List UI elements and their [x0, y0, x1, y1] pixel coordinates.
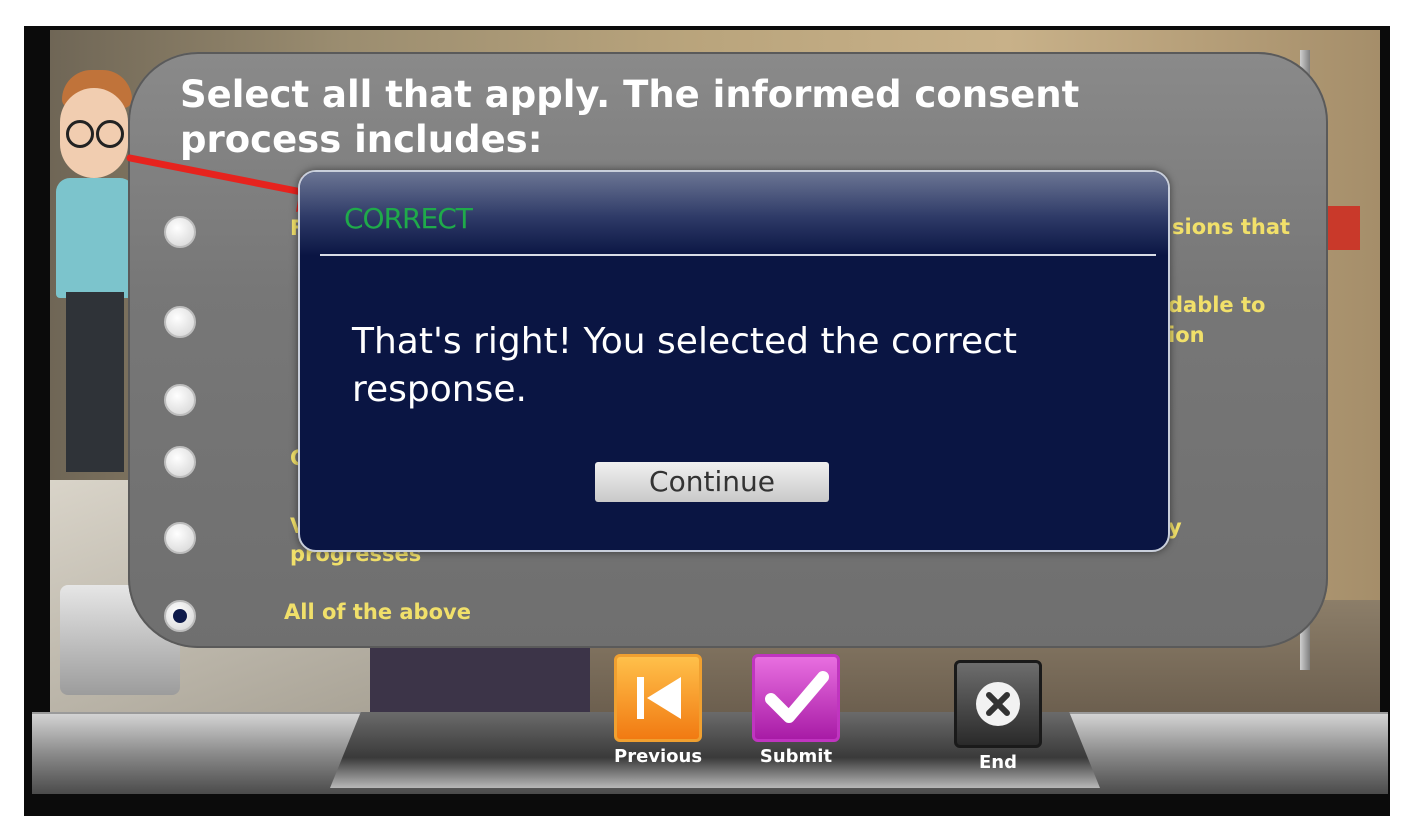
question-text: Select all that apply. The informed cons… — [180, 73, 1080, 161]
character-glasses-right — [96, 120, 124, 148]
option-1-radio[interactable] — [164, 216, 196, 248]
dialog-message: That's right! You selected the correct r… — [352, 321, 1018, 410]
option-4-radio[interactable] — [164, 446, 196, 478]
skip-back-icon — [637, 677, 682, 719]
checkmark-icon — [765, 671, 829, 723]
end-button[interactable]: End — [954, 660, 1042, 773]
close-circle-icon — [976, 682, 1020, 726]
submit-button[interactable]: Submit — [752, 654, 840, 767]
wall-sign — [1324, 206, 1360, 250]
option-3-radio[interactable] — [164, 384, 196, 416]
end-label: End — [979, 752, 1017, 773]
option-2-radio[interactable] — [164, 306, 196, 338]
feedback-dialog: CORRECT That's right! You selected the c… — [298, 170, 1170, 552]
submit-label: Submit — [759, 746, 833, 767]
option-2-right-text: dable to ion — [1168, 293, 1266, 347]
previous-label: Previous — [614, 746, 703, 767]
option-6[interactable]: All of the above — [160, 596, 1300, 636]
submit-icon[interactable] — [752, 654, 840, 742]
dialog-divider — [320, 254, 1156, 256]
option-5-radio[interactable] — [164, 522, 196, 554]
option-6-label: All of the above — [284, 600, 471, 624]
previous-icon[interactable] — [614, 654, 703, 742]
character-shirt — [56, 178, 134, 298]
character-pants — [66, 292, 124, 472]
previous-button[interactable]: Previous — [614, 654, 702, 767]
option-6-radio[interactable] — [164, 600, 196, 632]
option-5-right-text: y — [1168, 515, 1182, 539]
end-icon[interactable] — [954, 660, 1042, 748]
continue-button[interactable]: Continue — [595, 462, 829, 502]
option-1-right-text: sions that — [1172, 215, 1291, 239]
dialog-title: CORRECT — [344, 202, 473, 235]
character-glasses-left — [66, 120, 94, 148]
